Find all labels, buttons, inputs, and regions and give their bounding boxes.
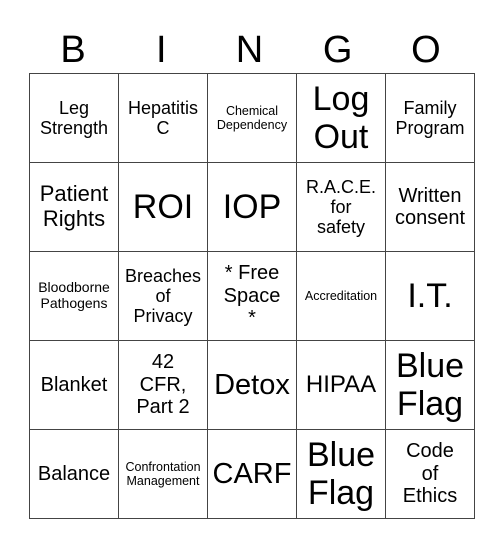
bingo-cell[interactable]: Leg Strength — [29, 73, 119, 163]
bingo-cell[interactable]: Detox — [207, 340, 297, 430]
cell-text: Written consent — [394, 184, 466, 229]
bingo-cell[interactable]: R.A.C.E. for safety — [296, 162, 386, 252]
bingo-board: Leg Strength Hepatitis C Chemical Depend… — [29, 73, 475, 519]
cell-text: CARF — [212, 457, 292, 490]
cell-text: Accreditation — [304, 289, 378, 303]
bingo-cell[interactable]: Balance — [29, 429, 119, 519]
bingo-cell[interactable]: 42 CFR, Part 2 — [118, 340, 208, 430]
cell-text: Chemical Dependency — [216, 104, 288, 132]
board-row: Balance Confrontation Management CARF Bl… — [29, 429, 475, 519]
cell-text: Log Out — [312, 79, 370, 156]
bingo-cell[interactable]: HIPAA — [296, 340, 386, 430]
bingo-cell[interactable]: Log Out — [296, 73, 386, 163]
bingo-cell[interactable]: Written consent — [385, 162, 475, 252]
header-letter-b: B — [60, 29, 86, 71]
cell-text: HIPAA — [305, 370, 377, 398]
cell-text: IOP — [222, 187, 282, 226]
board-row: Bloodborne Pathogens Breaches of Privacy… — [29, 251, 475, 341]
cell-text: R.A.C.E. for safety — [305, 176, 376, 238]
bingo-cell[interactable]: I.T. — [385, 251, 475, 341]
bingo-cell[interactable]: Patient Rights — [29, 162, 119, 252]
cell-text: ROI — [132, 187, 194, 226]
bingo-cell[interactable]: Hepatitis C — [118, 73, 208, 163]
cell-text: Hepatitis C — [127, 97, 199, 138]
bingo-cell[interactable]: Blue Flag — [385, 340, 475, 430]
board-row: Leg Strength Hepatitis C Chemical Depend… — [29, 73, 475, 163]
board-row: Patient Rights ROI IOP R.A.C.E. for safe… — [29, 162, 475, 252]
bingo-cell[interactable]: Blanket — [29, 340, 119, 430]
bingo-cell[interactable]: Bloodborne Pathogens — [29, 251, 119, 341]
cell-text: Family Program — [395, 97, 465, 138]
cell-text: 42 CFR, Part 2 — [136, 351, 190, 419]
bingo-cell[interactable]: Accreditation — [296, 251, 386, 341]
header-letter-g: G — [322, 29, 353, 71]
cell-text: Blue Flag — [395, 346, 465, 423]
cell-text: Patient Rights — [39, 181, 109, 231]
bingo-cell[interactable]: IOP — [207, 162, 297, 252]
bingo-cell[interactable]: CARF — [207, 429, 297, 519]
cell-text: Confrontation Management — [125, 460, 201, 488]
cell-text: Blanket — [40, 373, 108, 396]
bingo-cell[interactable]: Code of Ethics — [385, 429, 475, 519]
header-letter-n: N — [235, 29, 264, 71]
board-row: Blanket 42 CFR, Part 2 Detox HIPAA Blue … — [29, 340, 475, 430]
cell-text: Bloodborne Pathogens — [38, 279, 110, 311]
bingo-cell[interactable]: Confrontation Management — [118, 429, 208, 519]
header-letter-o: O — [411, 29, 441, 71]
cell-text: * Free Space * — [223, 262, 281, 330]
bingo-cell[interactable]: Chemical Dependency — [207, 73, 297, 163]
free-space-cell[interactable]: * Free Space * — [207, 251, 297, 341]
header-letter-i: I — [156, 29, 167, 71]
cell-text: Breaches of Privacy — [124, 265, 202, 327]
cell-text: Blue Flag — [306, 435, 376, 512]
cell-text: Detox — [214, 368, 290, 401]
cell-text: Code of Ethics — [402, 440, 458, 508]
bingo-header: B I N G O — [29, 28, 470, 72]
cell-text: Balance — [37, 462, 111, 485]
bingo-cell[interactable]: Blue Flag — [296, 429, 386, 519]
cell-text: Leg Strength — [39, 97, 109, 138]
bingo-cell[interactable]: Breaches of Privacy — [118, 251, 208, 341]
bingo-cell[interactable]: ROI — [118, 162, 208, 252]
cell-text: I.T. — [407, 276, 453, 315]
bingo-cell[interactable]: Family Program — [385, 73, 475, 163]
